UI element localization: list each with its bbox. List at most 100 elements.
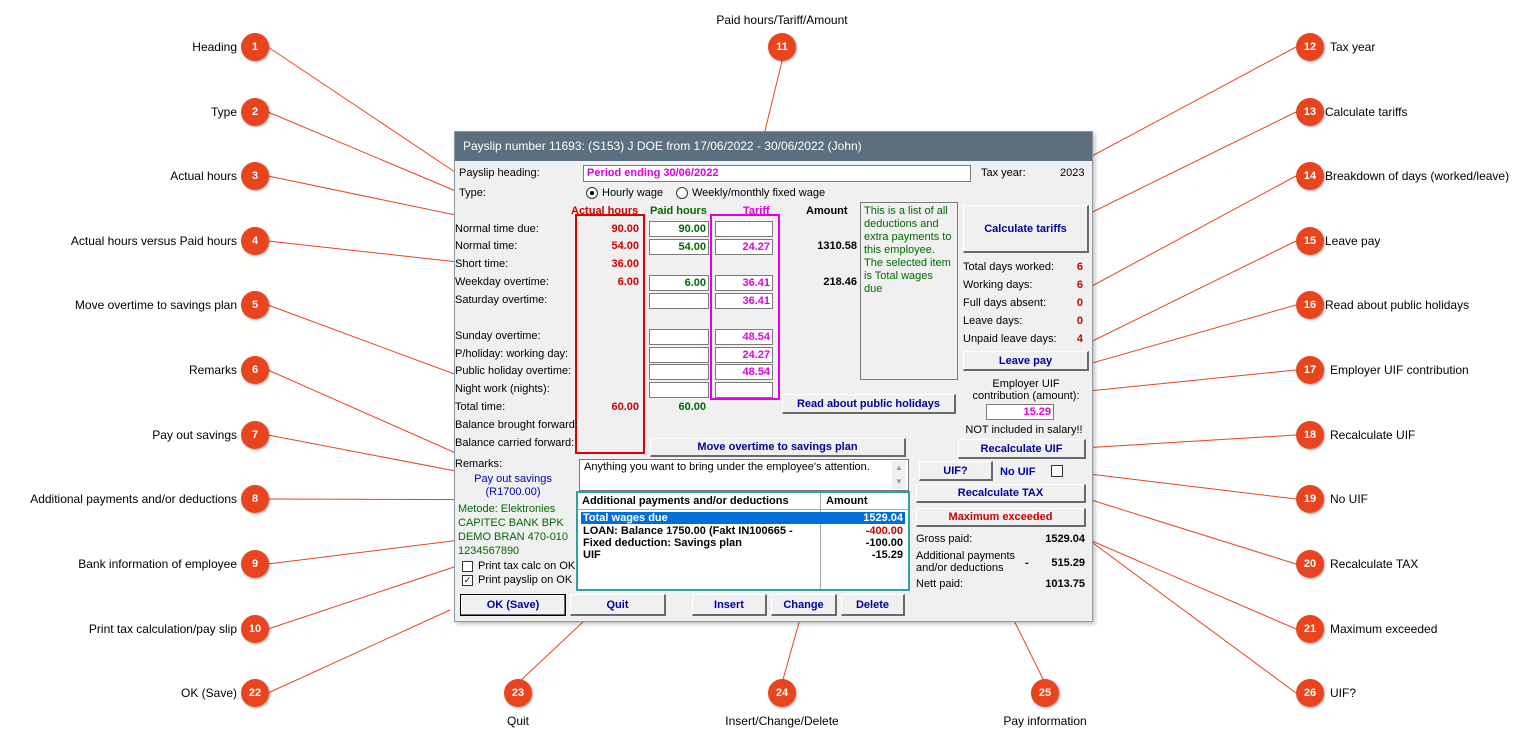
tariff-normal-due-input[interactable]	[715, 221, 773, 237]
callout-badge-3: 3	[241, 162, 269, 190]
row-label-bal-cf: Balance carried forward:	[455, 437, 575, 449]
window-title: Payslip number 11693: (S153) J DOE from …	[455, 132, 1092, 161]
heading-label: Payslip heading:	[459, 167, 540, 179]
recalc-uif-button[interactable]: Recalculate UIF	[958, 439, 1086, 459]
print-tax-checkbox[interactable]	[462, 561, 473, 572]
col-amount: Amount	[806, 205, 848, 217]
print-payslip-checkbox[interactable]: ✓	[462, 575, 473, 586]
tariff-sunday-ot-input[interactable]: 48.54	[715, 329, 773, 345]
callout-badge-11: 11	[768, 33, 796, 61]
actual-weekday-ot: 6.00	[617, 276, 639, 288]
print-tax-label: Print tax calc on OK	[478, 560, 576, 572]
paid-total: 60.00	[678, 401, 706, 413]
callout-badge-24: 24	[768, 679, 796, 707]
callout-label-recalc-tax: Recalculate TAX	[1330, 557, 1419, 571]
list-item[interactable]: Total wages due 1529.04	[581, 512, 905, 524]
remarks-scrollbar[interactable]: ▲ ▼	[892, 461, 906, 489]
row-label-sunday-ot: Sunday overtime:	[455, 330, 541, 342]
type-label: Type:	[459, 187, 486, 199]
paid-saturday-ot-input[interactable]	[649, 293, 709, 309]
leave-days-value: 0	[1076, 315, 1083, 327]
paid-ph-ot-input[interactable]	[649, 364, 709, 380]
callout-badge-9: 9	[241, 550, 269, 578]
amount-weekday-ot: 218.46	[823, 276, 857, 288]
paid-normal-input[interactable]: 54.00	[649, 239, 709, 255]
delete-button[interactable]: Delete	[841, 594, 905, 616]
callout-label-paid-tariff-amount: Paid hours/Tariff/Amount	[716, 13, 848, 27]
list-item[interactable]: UIF -15.29	[581, 549, 905, 561]
insert-button[interactable]: Insert	[692, 594, 767, 616]
leave-pay-button[interactable]: Leave pay	[963, 351, 1089, 371]
list-item[interactable]: Fixed deduction: Savings plan -100.00	[581, 537, 905, 549]
callout-label-breakdown-days: Breakdown of days (worked/leave)	[1325, 169, 1510, 183]
paid-weekday-ot-input[interactable]: 6.00	[649, 275, 709, 291]
col-paid-hours: Paid hours	[650, 205, 707, 217]
callout-label-read-holidays: Read about public holidays	[1325, 298, 1470, 312]
callout-badge-2: 2	[241, 98, 269, 126]
callout-badge-19: 19	[1296, 485, 1324, 513]
callout-label-calc-tariffs: Calculate tariffs	[1325, 105, 1408, 119]
read-holidays-button[interactable]: Read about public holidays	[782, 394, 956, 414]
callout-label-tax-year: Tax year	[1330, 40, 1376, 54]
no-uif-checkbox[interactable]	[1051, 465, 1063, 477]
paid-night-input[interactable]	[649, 382, 709, 398]
callout-badge-7: 7	[241, 421, 269, 449]
unpaid-leave-value: 4	[1076, 333, 1083, 345]
tariff-ph-ot-input[interactable]: 48.54	[715, 364, 773, 380]
tariff-ph-working-input[interactable]: 24.27	[715, 347, 773, 363]
paid-sunday-ot-input[interactable]	[649, 329, 709, 345]
no-uif-label: No UIF	[1000, 466, 1036, 478]
tariff-saturday-ot-input[interactable]: 36.41	[715, 293, 773, 309]
callout-badge-26: 26	[1296, 679, 1324, 707]
additional-list[interactable]: Additional payments and/or deductions Am…	[576, 491, 910, 591]
row-label-short: Short time:	[455, 258, 509, 270]
callout-label-actual-vs-paid: Actual hours versus Paid hours	[70, 234, 237, 248]
tariff-night-input[interactable]	[715, 382, 773, 398]
nett-label: Nett paid:	[916, 578, 964, 590]
callout-badge-23: 23	[504, 679, 532, 707]
callout-badge-8: 8	[241, 485, 269, 513]
paid-normal-due-input[interactable]: 90.00	[649, 221, 709, 237]
tax-year-label: Tax year:	[981, 167, 1026, 179]
row-label-normal-due: Normal time due:	[455, 223, 539, 235]
paid-ph-working-input[interactable]	[649, 347, 709, 363]
days-worked-label: Total days worked:	[963, 261, 1055, 273]
ok-save-button[interactable]: OK (Save)	[460, 594, 566, 616]
list-header-desc: Additional payments and/or deductions	[582, 495, 789, 507]
list-item-desc: LOAN: Balance 1750.00 (Fakt IN100665 -	[583, 525, 793, 537]
callout-badge-5: 5	[241, 291, 269, 319]
fixed-radio[interactable]	[676, 187, 688, 199]
remarks-input[interactable]: Anything you want to bring under the emp…	[579, 459, 909, 491]
addl-label: Additional payments and/or deductions	[916, 550, 1016, 574]
callout-label-ok-save: OK (Save)	[180, 686, 237, 700]
quit-button[interactable]: Quit	[570, 594, 666, 616]
employer-uif-label: Employer UIF contribution (amount):	[972, 378, 1080, 402]
payslip-window: Payslip number 11693: (S153) J DOE from …	[454, 131, 1093, 622]
hourly-radio[interactable]	[586, 187, 598, 199]
uif-q-button[interactable]: UIF?	[919, 461, 993, 481]
callout-label-no-uif: No UIF	[1330, 492, 1369, 506]
days-absent-label: Full days absent:	[963, 297, 1047, 309]
tax-year-value: 2023	[1060, 167, 1085, 179]
callout-label-bank: Bank information of employee	[78, 557, 237, 571]
pay-out-savings-link[interactable]: Pay out savings	[455, 473, 571, 486]
gross-label: Gross paid:	[916, 533, 973, 545]
max-exceeded-button[interactable]: Maximum exceeded	[916, 508, 1086, 527]
list-item-amount: -400.00	[863, 525, 903, 537]
change-button[interactable]: Change	[771, 594, 837, 616]
actual-short: 36.00	[611, 258, 639, 270]
callout-badge-18: 18	[1296, 421, 1324, 449]
tariff-weekday-ot-input[interactable]: 36.41	[715, 275, 773, 291]
calc-tariffs-button[interactable]: Calculate tariffs	[963, 205, 1089, 253]
actual-normal: 54.00	[611, 240, 639, 252]
callout-badge-17: 17	[1296, 356, 1324, 384]
heading-input[interactable]: Period ending 30/06/2022	[583, 165, 971, 182]
move-overtime-button[interactable]: Move overtime to savings plan	[650, 438, 906, 457]
working-days-label: Working days:	[963, 279, 1033, 291]
recalc-tax-button[interactable]: Recalculate TAX	[916, 484, 1086, 503]
callout-label-quit: Quit	[506, 714, 529, 728]
list-item-desc: UIF	[583, 549, 601, 561]
working-days-value: 6	[1076, 279, 1083, 291]
list-item[interactable]: LOAN: Balance 1750.00 (Fakt IN100665 - -…	[581, 525, 905, 537]
tariff-normal-input[interactable]: 24.27	[715, 239, 773, 255]
